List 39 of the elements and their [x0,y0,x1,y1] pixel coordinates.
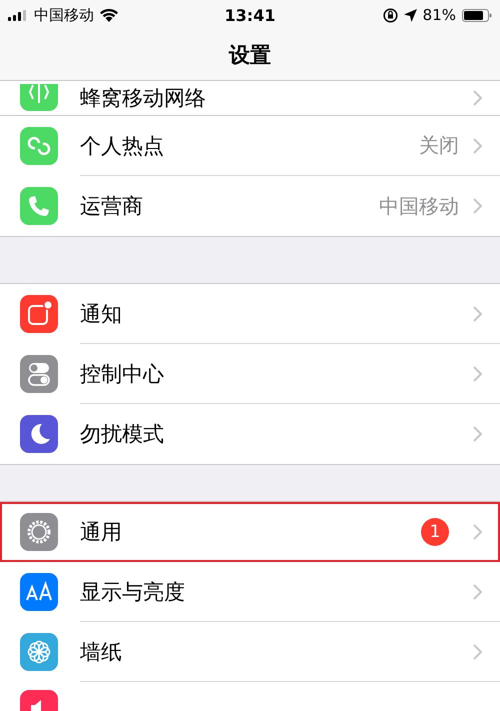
clock-time: 13:41 [224,6,276,24]
row-label: 控制中心 [80,360,164,388]
wifi-icon [100,8,118,22]
notification-badge: 1 [421,518,449,546]
row-label: 显示与亮度 [80,578,185,606]
settings-row[interactable]: 通知 [0,284,500,344]
settings-row[interactable]: 勿扰模式 [0,404,500,464]
carrier-name: 中国移动 [34,6,94,24]
chevron-icon [473,366,482,382]
row-label: 通知 [80,300,122,328]
chevron-icon [473,90,482,106]
row-label: 通用 [80,518,122,546]
settings-row[interactable]: 控制中心 [0,344,500,404]
row-label: 蜂窝移动网络 [80,85,206,112]
settings-row[interactable]: 通用 1 [0,502,500,562]
signal-icon [8,10,28,20]
chevron-icon [473,584,482,600]
row-value: 关闭 [419,132,459,159]
chevron-icon [473,138,482,154]
settings-row[interactable]: 蜂窝移动网络 [0,81,500,115]
chevron-icon [473,426,482,442]
row-label: 个人热点 [80,132,164,160]
battery-icon [462,8,492,22]
location-arrow-icon [404,8,417,22]
nav-title: 设置 [229,42,271,69]
row-label: 运营商 [80,193,143,220]
row-label: 勿扰模式 [80,421,164,448]
battery-percent: 81% [422,6,456,24]
row-label: 墙纸 [80,638,122,666]
settings-row[interactable]: 墙纸 [0,622,500,682]
chevron-icon [473,644,482,660]
chevron-icon [473,524,482,540]
chevron-icon [473,306,482,322]
row-value: 中国移动 [379,192,459,220]
rotation-lock-icon [382,8,398,22]
chevron-icon [473,198,482,214]
settings-row[interactable]: 显示与亮度 [0,562,500,622]
settings-row[interactable]: 运营商 中国移动 [0,176,500,236]
settings-row[interactable]: 个人热点 关闭 [0,116,500,176]
